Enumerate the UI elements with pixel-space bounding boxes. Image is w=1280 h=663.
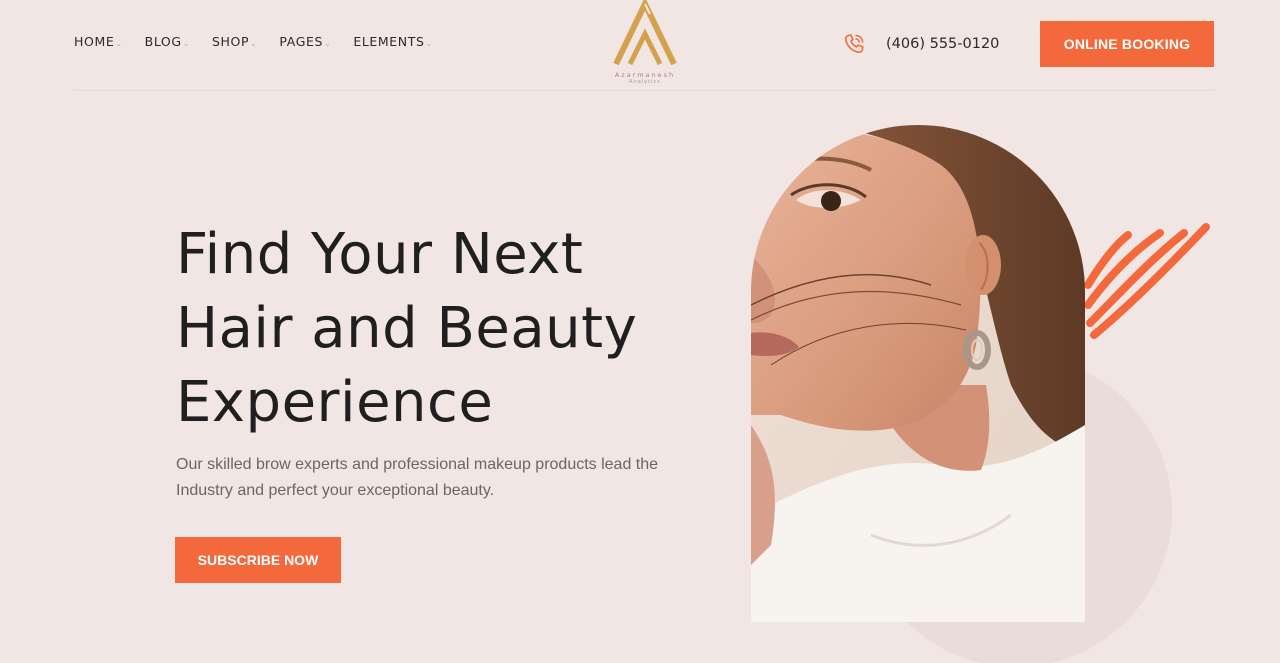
subscribe-now-button[interactable]: SUBSCRIBE NOW: [175, 537, 341, 583]
logo-tagline: Analytics: [629, 79, 661, 85]
header-divider: [74, 90, 1214, 91]
nav-item-label: HOME: [74, 34, 115, 49]
site-header: HOME ⌄ BLOG ⌄ SHOP ⌄ PAGES ⌄ ELEMENTS ⌄ …: [0, 0, 1280, 92]
chevron-down-icon: ⌄: [324, 38, 332, 48]
nav-item-elements[interactable]: ELEMENTS ⌄: [353, 34, 432, 49]
logo-mark-icon: [613, 0, 677, 66]
phone-number: (406) 555-0120: [886, 36, 1000, 52]
logo-brand-text: Azarmanesh: [614, 71, 676, 79]
chevron-down-icon: ⌄: [250, 38, 258, 48]
main-nav: HOME ⌄ BLOG ⌄ SHOP ⌄ PAGES ⌄ ELEMENTS ⌄: [74, 34, 433, 49]
scribble-decoration-icon: [1084, 223, 1210, 339]
nav-item-label: BLOG: [144, 34, 182, 49]
nav-item-pages[interactable]: PAGES ⌄: [279, 34, 331, 49]
chevron-down-icon: ⌄: [425, 38, 433, 48]
online-booking-button[interactable]: ONLINE BOOKING: [1040, 21, 1214, 67]
portrait-illustration: [751, 125, 1085, 622]
headline-line: Hair and Beauty: [176, 296, 638, 361]
hero-headline: Find Your Next Hair and Beauty Experienc…: [176, 218, 696, 440]
chevron-down-icon: ⌄: [182, 38, 190, 48]
description-line: Our skilled brow experts and professiona…: [176, 456, 659, 473]
nav-item-shop[interactable]: SHOP ⌄: [212, 34, 257, 49]
nav-item-home[interactable]: HOME ⌄: [74, 34, 123, 49]
nav-item-blog[interactable]: BLOG ⌄: [145, 34, 190, 49]
site-logo[interactable]: Azarmanesh Analytics: [607, 0, 683, 86]
nav-item-label: PAGES: [279, 34, 324, 49]
headline-line: Find Your Next: [176, 222, 584, 287]
nav-item-label: SHOP: [211, 34, 250, 49]
phone-contact[interactable]: (406) 555-0120: [842, 32, 999, 56]
phone-icon: [844, 34, 864, 54]
hero-portrait-image: [751, 125, 1085, 622]
hero-description: Our skilled brow experts and professiona…: [176, 452, 676, 504]
nav-item-label: ELEMENTS: [353, 34, 425, 49]
chevron-down-icon: ⌄: [115, 38, 123, 48]
description-line: Industry and perfect your exceptional be…: [176, 482, 495, 499]
headline-line: Experience: [176, 370, 494, 435]
